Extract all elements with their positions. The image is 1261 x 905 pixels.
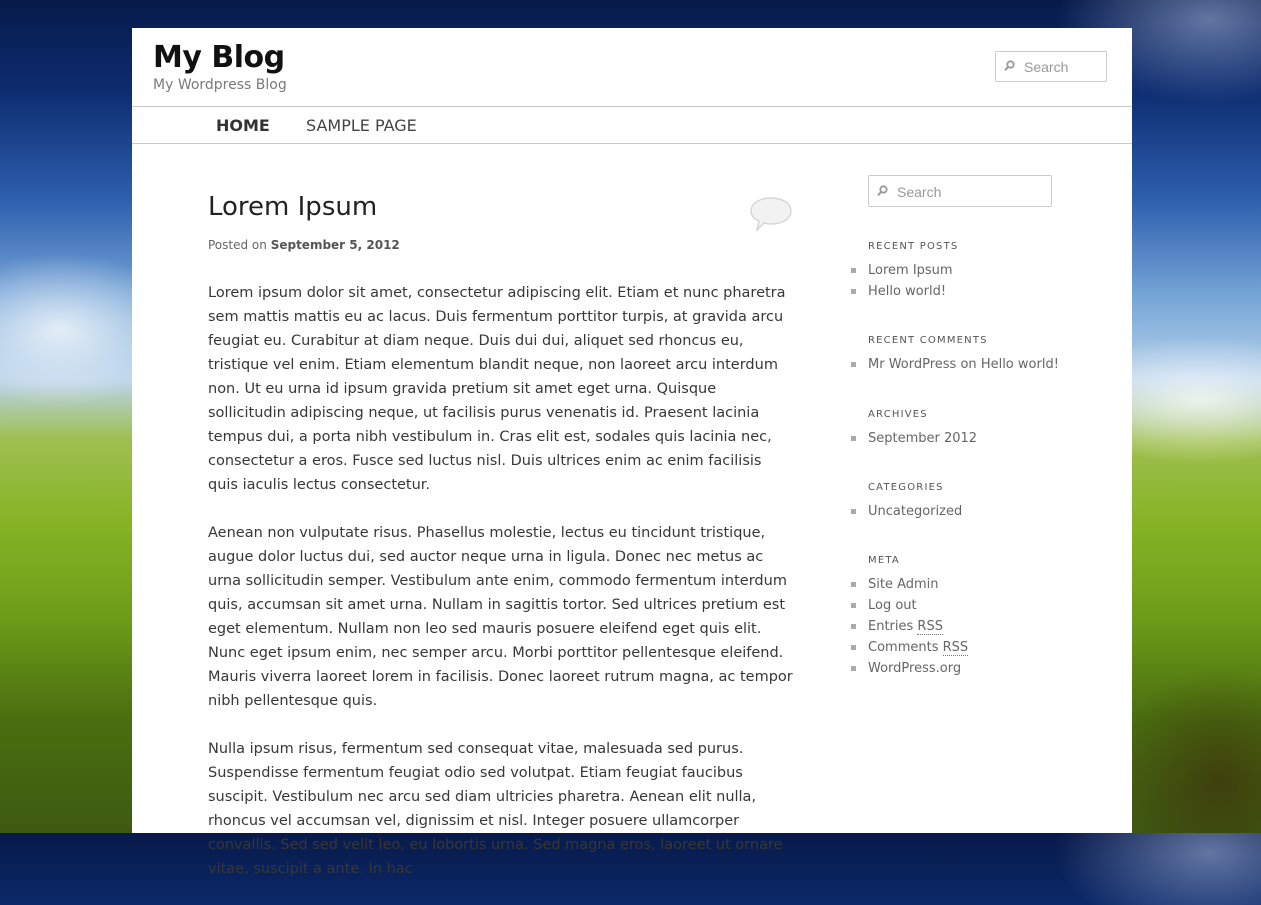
site-title[interactable]: My Blog [153,40,285,75]
page-container: My Blog My Wordpress Blog Search HOME SA… [132,28,1132,877]
widget-title: ARCHIVES [868,409,928,420]
post-paragraph: Aenean non vulputate risus. Phasellus mo… [208,525,793,709]
archive-link[interactable]: September 2012 [851,428,1068,449]
comment-post-link[interactable]: Hello world! [981,357,1059,372]
post-meta: Posted on September 5, 2012 [208,238,400,252]
sidebar-search-input[interactable]: Search [868,175,1052,207]
entries-label: Entries [868,619,914,634]
meta-site-admin-link[interactable]: Site Admin [851,574,1068,595]
search-icon [877,185,888,196]
post-content: Lorem ipsum dolor sit amet, consectetur … [208,281,793,905]
widget-archives: ARCHIVES September 2012 [851,409,1068,449]
meta-entries-rss-link[interactable]: Entries RSS [851,616,1068,637]
nav-item-home[interactable]: HOME [216,116,270,135]
category-link[interactable]: Uncategorized [851,501,1068,522]
meta-comments-rss-link[interactable]: Comments RSS [851,637,1068,658]
recent-post-link[interactable]: Lorem Ipsum [851,260,1068,281]
nav-item-sample-page[interactable]: SAMPLE PAGE [306,116,417,135]
widget-recent-comments: RECENT COMMENTS Mr WordPress on Hello wo… [851,335,1068,375]
widget-title: RECENT POSTS [868,241,959,252]
widget-meta: META Site Admin Log out Entries RSS Comm… [851,555,1068,679]
rss-abbr: RSS [917,619,943,635]
post-paragraph: Lorem ipsum dolor sit amet, consectetur … [208,285,786,493]
comment-author-link[interactable]: Mr WordPress [868,357,956,372]
header-search-input[interactable]: Search [995,51,1107,82]
widget-categories: CATEGORIES Uncategorized [851,482,1068,522]
recent-post-link[interactable]: Hello world! [851,281,1068,302]
post-date[interactable]: September 5, 2012 [271,238,400,252]
comment-on-label: on [960,357,977,372]
widget-title: RECENT COMMENTS [868,335,988,346]
widget-recent-posts: RECENT POSTS Lorem Ipsum Hello world! [851,241,1068,302]
search-placeholder: Search [897,184,942,200]
post-paragraph: Nulla ipsum risus, fermentum sed consequ… [208,741,783,877]
comment-bubble-icon[interactable] [749,196,793,232]
widget-title: META [868,555,900,566]
site-description: My Wordpress Blog [153,77,287,93]
meta-wordpress-org-link[interactable]: WordPress.org [851,658,1068,679]
comments-label: Comments [868,640,939,655]
main-navigation: HOME SAMPLE PAGE [132,106,1132,144]
recent-comment-item: Mr WordPress on Hello world! [851,354,1068,375]
rss-abbr: RSS [942,640,969,656]
post-title[interactable]: Lorem Ipsum [208,192,377,222]
widget-title: CATEGORIES [868,482,944,493]
posted-on-label: Posted on [208,238,267,252]
search-icon [1004,60,1015,71]
meta-log-out-link[interactable]: Log out [851,595,1068,616]
search-placeholder: Search [1024,59,1069,75]
